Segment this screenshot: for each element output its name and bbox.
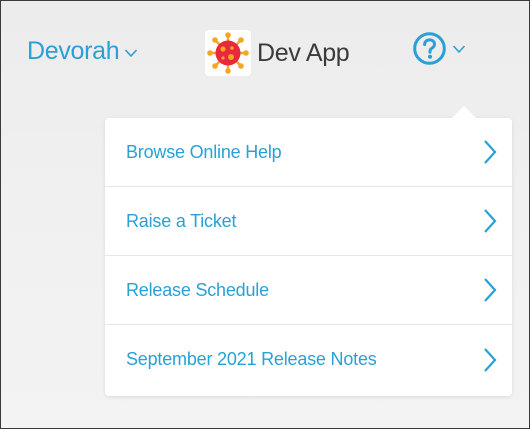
chevron-down-icon (125, 48, 138, 57)
user-name: Devorah (27, 37, 120, 65)
app-name: Dev App (257, 38, 350, 67)
app-frame: Devorah Dev App Browse Online Help Raise… (0, 0, 530, 429)
help-menu-toggle[interactable] (413, 32, 466, 65)
app-logo (205, 30, 251, 76)
chevron-right-icon (484, 347, 497, 372)
chevron-right-icon (484, 278, 497, 302)
question-circle-icon (413, 32, 446, 65)
chevron-down-icon (452, 44, 466, 53)
chevron-right-icon (484, 140, 497, 164)
menu-item-label: September 2021 Release Notes (126, 349, 377, 369)
menu-item-label: Raise a Ticket (126, 210, 237, 231)
menu-item-label: Release Schedule (126, 279, 269, 300)
menu-item-release-notes[interactable]: September 2021 Release Notes (105, 325, 512, 394)
menu-item-browse-online-help[interactable]: Browse Online Help (105, 118, 512, 187)
app-switcher[interactable]: Dev App (205, 30, 350, 76)
help-dropdown-menu: Browse Online Help Raise a Ticket Releas… (105, 106, 512, 396)
user-menu[interactable]: Devorah (27, 37, 138, 66)
menu-item-release-schedule[interactable]: Release Schedule (105, 256, 512, 325)
chevron-right-icon (484, 209, 497, 233)
virus-icon (207, 32, 249, 74)
menu-item-raise-a-ticket[interactable]: Raise a Ticket (105, 187, 512, 256)
menu-item-label: Browse Online Help (126, 141, 282, 162)
